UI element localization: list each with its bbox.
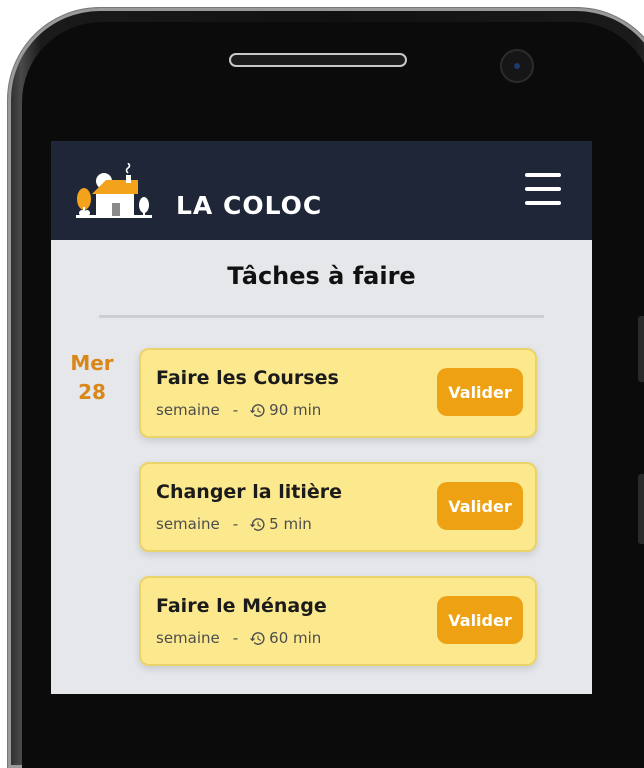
task-meta: semaine - 60 min — [156, 629, 321, 647]
task-meta: semaine - 90 min — [156, 401, 321, 419]
validate-button[interactable]: Valider — [437, 482, 523, 530]
task-duration: 60 min — [269, 629, 322, 647]
task-name: Changer la litière — [156, 481, 343, 503]
task-name: Faire le Ménage — [156, 595, 327, 617]
task-card: Changer la litière semaine - 5 min Valider — [139, 462, 537, 552]
app-title: LA COLOC — [176, 191, 323, 220]
date-weekday: Mer — [70, 351, 114, 375]
validate-button[interactable]: Valider — [437, 368, 523, 416]
task-card: Faire les Courses semaine - 90 min Valider — [139, 348, 537, 438]
task-frequency: semaine — [156, 401, 220, 419]
history-clock-icon — [249, 631, 265, 645]
hamburger-menu-icon[interactable] — [525, 173, 563, 205]
meta-separator: - — [232, 401, 239, 419]
task-frequency: semaine — [156, 515, 220, 533]
date-day: 28 — [78, 380, 106, 404]
page-title: Tâches à faire — [227, 262, 416, 290]
power-button — [638, 474, 644, 544]
divider — [99, 315, 544, 318]
task-name: Faire les Courses — [156, 367, 339, 389]
history-clock-icon — [249, 403, 265, 417]
date-label: Mer 28 — [61, 349, 123, 407]
house-with-tree-logo-icon[interactable] — [76, 163, 152, 221]
task-meta: semaine - 5 min — [156, 515, 312, 533]
task-card: Faire le Ménage semaine - 60 min Valider — [139, 576, 537, 666]
history-clock-icon — [249, 517, 265, 531]
speaker-grille — [229, 53, 407, 67]
task-frequency: semaine — [156, 629, 220, 647]
camera-icon — [500, 49, 534, 83]
app-screen: LA COLOC Tâches à faire Mer 28 Faire les… — [51, 141, 592, 694]
meta-separator: - — [232, 515, 239, 533]
meta-separator: - — [232, 629, 239, 647]
app-header: LA COLOC — [51, 141, 592, 240]
validate-button[interactable]: Valider — [437, 596, 523, 644]
task-duration: 5 min — [269, 515, 312, 533]
task-duration: 90 min — [269, 401, 322, 419]
volume-button — [638, 316, 644, 382]
